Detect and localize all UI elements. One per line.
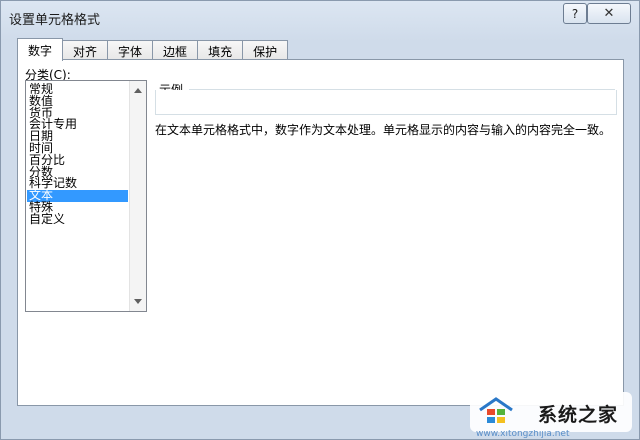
format-description: 在文本单元格格式中，数字作为文本处理。单元格显示的内容与输入的内容完全一致。 <box>155 123 612 137</box>
category-scrollbar[interactable] <box>129 81 146 311</box>
scroll-up-arrow-icon[interactable] <box>134 88 142 93</box>
tab-protection[interactable]: 保护 <box>242 40 289 61</box>
dialog-title: 设置单元格格式 <box>9 13 101 28</box>
format-cells-dialog: 设置单元格格式 ? ✕ 数字 对齐 字体 边框 填充 保护 分类(C): 常规 … <box>0 0 640 440</box>
tab-strip: 数字 对齐 字体 边框 填充 保护 <box>17 38 289 61</box>
tab-number[interactable]: 数字 <box>17 38 64 61</box>
category-listbox[interactable]: 常规 数值 货币 会计专用 日期 时间 百分比 分数 科学记数 文本 特殊 自定… <box>25 80 147 312</box>
help-icon: ? <box>571 6 579 21</box>
tab-font[interactable]: 字体 <box>107 40 154 61</box>
help-button[interactable]: ? <box>563 3 587 24</box>
close-button[interactable]: ✕ <box>587 3 631 24</box>
windows-house-logo-icon <box>479 397 513 423</box>
tab-fill[interactable]: 填充 <box>197 40 244 61</box>
list-item-custom[interactable]: 自定义 <box>27 213 128 226</box>
tab-alignment[interactable]: 对齐 <box>62 40 109 61</box>
category-list: 常规 数值 货币 会计专用 日期 时间 百分比 分数 科学记数 文本 特殊 自定… <box>27 83 128 226</box>
watermark: 系统之家 <box>470 392 632 432</box>
watermark-text: 系统之家 <box>538 404 619 426</box>
sample-preview <box>155 90 617 115</box>
close-icon: ✕ <box>603 6 615 21</box>
tab-border[interactable]: 边框 <box>152 40 199 61</box>
scroll-down-arrow-icon[interactable] <box>134 299 142 304</box>
watermark-url: www.xitongzhijia.net <box>476 430 570 438</box>
